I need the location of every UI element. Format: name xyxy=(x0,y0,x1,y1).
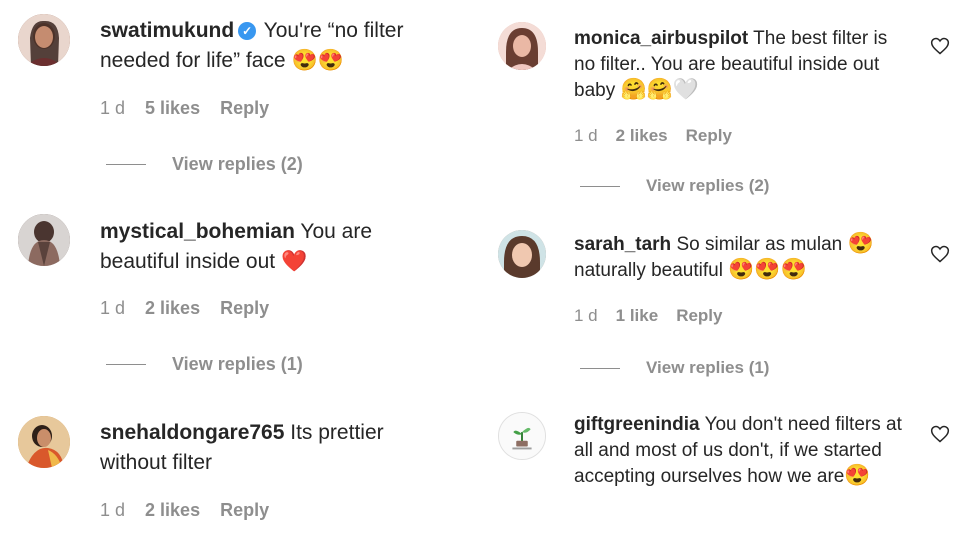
heart-outline-icon[interactable] xyxy=(930,244,950,264)
avatar[interactable] xyxy=(498,230,546,278)
comment-text: monica_airbuspilot The best filter is no… xyxy=(574,26,908,104)
emoji-heart-eyes: 😍 xyxy=(847,232,874,255)
heart-outline-icon[interactable] xyxy=(930,36,950,56)
comment-text: swatimukund ✓ You're “no filter needed fo… xyxy=(100,16,440,76)
view-replies-button[interactable]: View replies (1) xyxy=(580,358,769,378)
reply-button[interactable]: Reply xyxy=(220,98,269,119)
view-replies-line xyxy=(106,364,146,365)
comment-username[interactable]: sarah_tarh xyxy=(574,234,671,255)
view-replies-button[interactable]: View replies (1) xyxy=(106,354,303,375)
reply-button[interactable]: Reply xyxy=(676,306,722,326)
avatar[interactable] xyxy=(18,416,70,468)
comment-meta: 1 d 2 likes Reply xyxy=(100,298,269,319)
reply-button[interactable]: Reply xyxy=(220,500,269,521)
comment-time[interactable]: 1 d xyxy=(574,306,598,326)
comment-text: snehaldongare765 Its prettier without fi… xyxy=(100,418,440,478)
view-replies-label: View replies (1) xyxy=(172,354,303,374)
avatar[interactable] xyxy=(18,214,70,266)
view-replies-line xyxy=(580,367,620,369)
comment-username[interactable]: snehaldongare765 xyxy=(100,421,284,444)
emoji-heart-eyes: 😍😍😍 xyxy=(728,258,807,281)
avatar-image xyxy=(18,14,70,66)
avatar[interactable] xyxy=(18,14,70,66)
comment-username[interactable]: mystical_bohemian xyxy=(100,220,295,243)
comment-likes[interactable]: 5 likes xyxy=(145,98,200,119)
view-replies-label: View replies (2) xyxy=(172,154,303,174)
reply-button[interactable]: Reply xyxy=(220,298,269,319)
verified-badge-icon: ✓ xyxy=(238,22,257,40)
avatar-image xyxy=(498,230,546,278)
avatar-image xyxy=(499,413,545,459)
comment-username[interactable]: monica_airbuspilot xyxy=(574,28,748,49)
comment-likes[interactable]: 2 likes xyxy=(616,126,668,146)
comment-text: sarah_tarh So similar as mulan 😍 natural… xyxy=(574,232,908,284)
comment-likes[interactable]: 2 likes xyxy=(145,298,200,319)
comment-time[interactable]: 1 d xyxy=(574,126,598,146)
emoji-hugging: 🤗🤗🤍 xyxy=(620,78,699,101)
view-replies-label: View replies (1) xyxy=(646,358,770,377)
emoji-heart-eyes: 😍 xyxy=(844,464,871,487)
comment-body: So similar as mulan xyxy=(676,234,843,255)
view-replies-line xyxy=(106,164,146,165)
view-replies-line xyxy=(580,185,620,187)
reply-button[interactable]: Reply xyxy=(686,126,732,146)
heart-outline-icon[interactable] xyxy=(930,424,950,444)
comment-meta: 1 d 2 likes Reply xyxy=(574,126,732,146)
emoji-heart-eyes: 😍😍 xyxy=(291,49,344,72)
comment-text: giftgreenindia You don't need filters at… xyxy=(574,412,908,490)
emoji-red-heart: ❤️ xyxy=(280,250,308,273)
comment-text: mystical_bohemian You are beautiful insi… xyxy=(100,217,440,277)
comment-meta: 1 d 1 like Reply xyxy=(574,306,722,326)
comment-time[interactable]: 1 d xyxy=(100,298,125,319)
comment-time[interactable]: 1 d xyxy=(100,500,125,521)
avatar[interactable] xyxy=(498,22,546,70)
view-replies-button[interactable]: View replies (2) xyxy=(106,154,303,175)
avatar-image xyxy=(18,416,70,468)
avatar-image xyxy=(498,22,546,70)
comment-username[interactable]: swatimukund xyxy=(100,19,234,42)
comment-likes[interactable]: 1 like xyxy=(616,306,659,326)
comment-meta: 1 d 5 likes Reply xyxy=(100,98,269,119)
comment-meta: 1 d 2 likes Reply xyxy=(100,500,269,521)
avatar-image xyxy=(18,214,70,266)
comment-body-continued: naturally beautiful xyxy=(574,260,723,281)
comment-time[interactable]: 1 d xyxy=(100,98,125,119)
comment-username[interactable]: giftgreenindia xyxy=(574,414,700,435)
avatar[interactable] xyxy=(498,412,546,460)
comment-likes[interactable]: 2 likes xyxy=(145,500,200,521)
view-replies-button[interactable]: View replies (2) xyxy=(580,176,769,196)
view-replies-label: View replies (2) xyxy=(646,176,770,195)
